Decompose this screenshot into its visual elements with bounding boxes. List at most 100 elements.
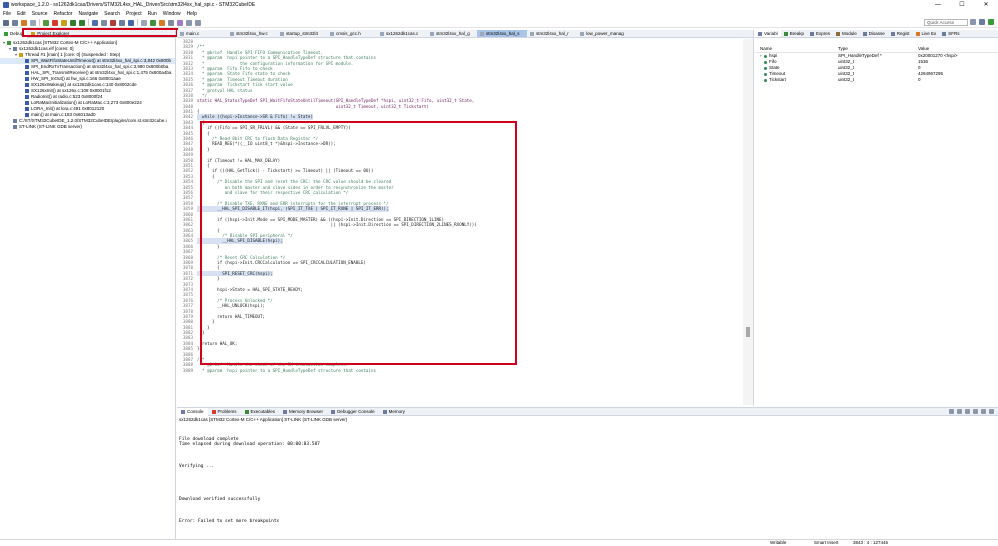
stack-frame-icon: [25, 113, 29, 117]
debugger-console-icon: [331, 409, 336, 414]
editor-tabs: main.c stm32l4xx_hw.c startup_stm32l4 cmsis…: [177, 30, 753, 38]
executables-icon: [244, 409, 249, 414]
editor-tab[interactable]: stm32l4xx_hw.c: [227, 30, 277, 37]
menu-bar: File Edit Source Refactor Navigate Search Proj…: [0, 10, 998, 18]
menu-window[interactable]: Window: [163, 11, 181, 17]
toolbar-tool-icon[interactable]: [61, 19, 67, 26]
toolbar-tool-icon[interactable]: [141, 19, 147, 26]
scroll-lock-icon[interactable]: [965, 409, 970, 414]
toolbar-tool-icon[interactable]: [92, 19, 98, 26]
problems-icon: [211, 409, 216, 414]
tab-memory-browser[interactable]: Memory Browser: [279, 408, 327, 416]
tab-expressions[interactable]: Expres: [807, 30, 833, 37]
pin-console-icon[interactable]: [973, 409, 978, 414]
console-view-tabs: Console Problems Executables Memory Browser…: [177, 407, 998, 416]
toolbar-tool-icon[interactable]: [128, 19, 134, 26]
code-text: uint32_t Timeout, uint32_t Tickstart): [197, 103, 429, 109]
tab-module[interactable]: Module: [833, 30, 860, 37]
tab-executables[interactable]: Executables: [241, 408, 280, 416]
tab-memory[interactable]: Memory: [379, 408, 409, 416]
editor-tab[interactable]: low_power_manag: [577, 30, 627, 37]
tab-registers[interactable]: Regist: [888, 30, 913, 37]
tab-live-expressions[interactable]: Live Ex: [913, 30, 940, 37]
menu-help[interactable]: Help: [187, 11, 197, 17]
editor-tab[interactable]: stm32l4xx_hal_r: [527, 30, 577, 37]
toolbar-tool-icon[interactable]: [110, 19, 116, 26]
tab-variables[interactable]: Variabl: [755, 30, 781, 37]
variables-view-tabs: Variabl Breakp Expres Module Disasse Regist Li…: [755, 30, 998, 38]
tab-sfr[interactable]: SFRs: [939, 30, 962, 37]
toolbar-tool-icon[interactable]: [186, 19, 192, 26]
editor-scrollbar[interactable]: [743, 39, 753, 405]
scrollbar-thumb[interactable]: [746, 327, 750, 337]
toolbar-tool-icon[interactable]: [101, 19, 107, 26]
console-output[interactable]: File download complete Time elapsed durin…: [177, 423, 998, 525]
tab-console[interactable]: Console: [177, 407, 208, 416]
editor-tab[interactable]: startup_stm32l4: [277, 30, 327, 37]
toolbar-tool-icon[interactable]: [3, 19, 9, 26]
toolbar-tool-icon[interactable]: [12, 19, 18, 26]
toolbar-tool-icon[interactable]: [177, 19, 183, 26]
quick-access-input[interactable]: Quick Access: [924, 19, 968, 26]
tab-debugger-console[interactable]: Debugger Console: [327, 408, 379, 416]
tab-breakpoint[interactable]: Breakp: [781, 30, 807, 37]
toolbar-tool-icon[interactable]: [79, 19, 85, 26]
cpp-perspective-icon[interactable]: [979, 19, 985, 25]
display-console-icon[interactable]: [981, 409, 986, 414]
menu-project[interactable]: Project: [126, 11, 142, 17]
editor-tab[interactable]: cmsis_gcc.h: [327, 30, 377, 37]
minimize-button[interactable]: —: [926, 0, 950, 10]
editor-tab[interactable]: sx1262dk1cas.c: [377, 30, 427, 37]
live-expressions-icon: [915, 31, 920, 36]
tab-label: Memory Browser: [289, 408, 324, 414]
editor-tab[interactable]: stm32l4xx_hal_s: [477, 30, 527, 37]
close-button[interactable]: ✕: [974, 0, 998, 10]
c-file-icon: [430, 31, 434, 36]
stack-frame-icon: [25, 89, 29, 93]
menu-edit[interactable]: Edit: [17, 11, 26, 17]
menu-file[interactable]: File: [3, 11, 11, 17]
minimize-view-icon[interactable]: [989, 409, 994, 414]
maximize-button[interactable]: ☐: [950, 0, 974, 10]
menu-navigate[interactable]: Navigate: [78, 11, 98, 17]
variable-type: uint32_t: [838, 77, 855, 82]
toolbar-tool-icon[interactable]: [52, 19, 58, 26]
window-controls: — ☐ ✕: [926, 0, 998, 10]
toolbar-tool-icon[interactable]: [195, 19, 201, 26]
toolbar-tool-icon[interactable]: [21, 19, 27, 26]
menu-search[interactable]: Search: [104, 11, 120, 17]
terminate-icon[interactable]: [949, 409, 954, 414]
c-file-icon: [180, 31, 184, 36]
open-perspective-icon[interactable]: [970, 19, 976, 25]
toolbar-tool-icon[interactable]: [168, 19, 174, 26]
local-variable-icon: [764, 66, 767, 70]
menu-run[interactable]: Run: [148, 11, 157, 17]
tab-disassembly[interactable]: Disasse: [860, 30, 888, 37]
variable-value: 0: [918, 77, 921, 82]
toolbar-tool-icon[interactable]: [70, 19, 76, 26]
debug-tree-row[interactable]: ST-LINK (ST-LINK GDB server): [0, 124, 175, 130]
editor-tab-label: cmsis_gcc.h: [336, 30, 361, 36]
toolbar-tool-icon[interactable]: [119, 19, 125, 26]
toolbar-tool-icon[interactable]: [30, 19, 36, 26]
menu-refactor[interactable]: Refactor: [54, 11, 73, 17]
debug-perspective-icon[interactable]: [988, 19, 994, 25]
menu-source[interactable]: Source: [32, 11, 48, 17]
status-insert-mode: Smart Insert: [814, 540, 839, 545]
variables-icon: [758, 31, 762, 36]
stack-frame-icon: [25, 71, 29, 75]
c-file-icon: [280, 31, 284, 36]
toolbar-tool-icon[interactable]: [159, 19, 165, 26]
tab-label: Debugger Console: [337, 408, 375, 414]
toolbar-tool-icon[interactable]: [150, 19, 156, 26]
tab-label: Executables: [250, 408, 276, 414]
clear-console-icon[interactable]: [957, 409, 962, 414]
editor-tab[interactable]: stm32l4xx_hal_g: [427, 30, 477, 37]
editor-tab-label: low_power_manag: [586, 30, 624, 36]
toolbar-tool-icon[interactable]: [43, 19, 49, 26]
variables-table: Name Type Value › hspi SPI_HandleTypeDef *…: [755, 46, 998, 83]
editor-tab[interactable]: main.c: [177, 30, 227, 37]
window-titlebar: workspace_1.2.0 - sx1262dk1cas/Drivers/S…: [0, 0, 998, 10]
tab-problems[interactable]: Problems: [208, 408, 241, 416]
variable-row[interactable]: Tickstart uint32_t 0: [755, 77, 998, 83]
